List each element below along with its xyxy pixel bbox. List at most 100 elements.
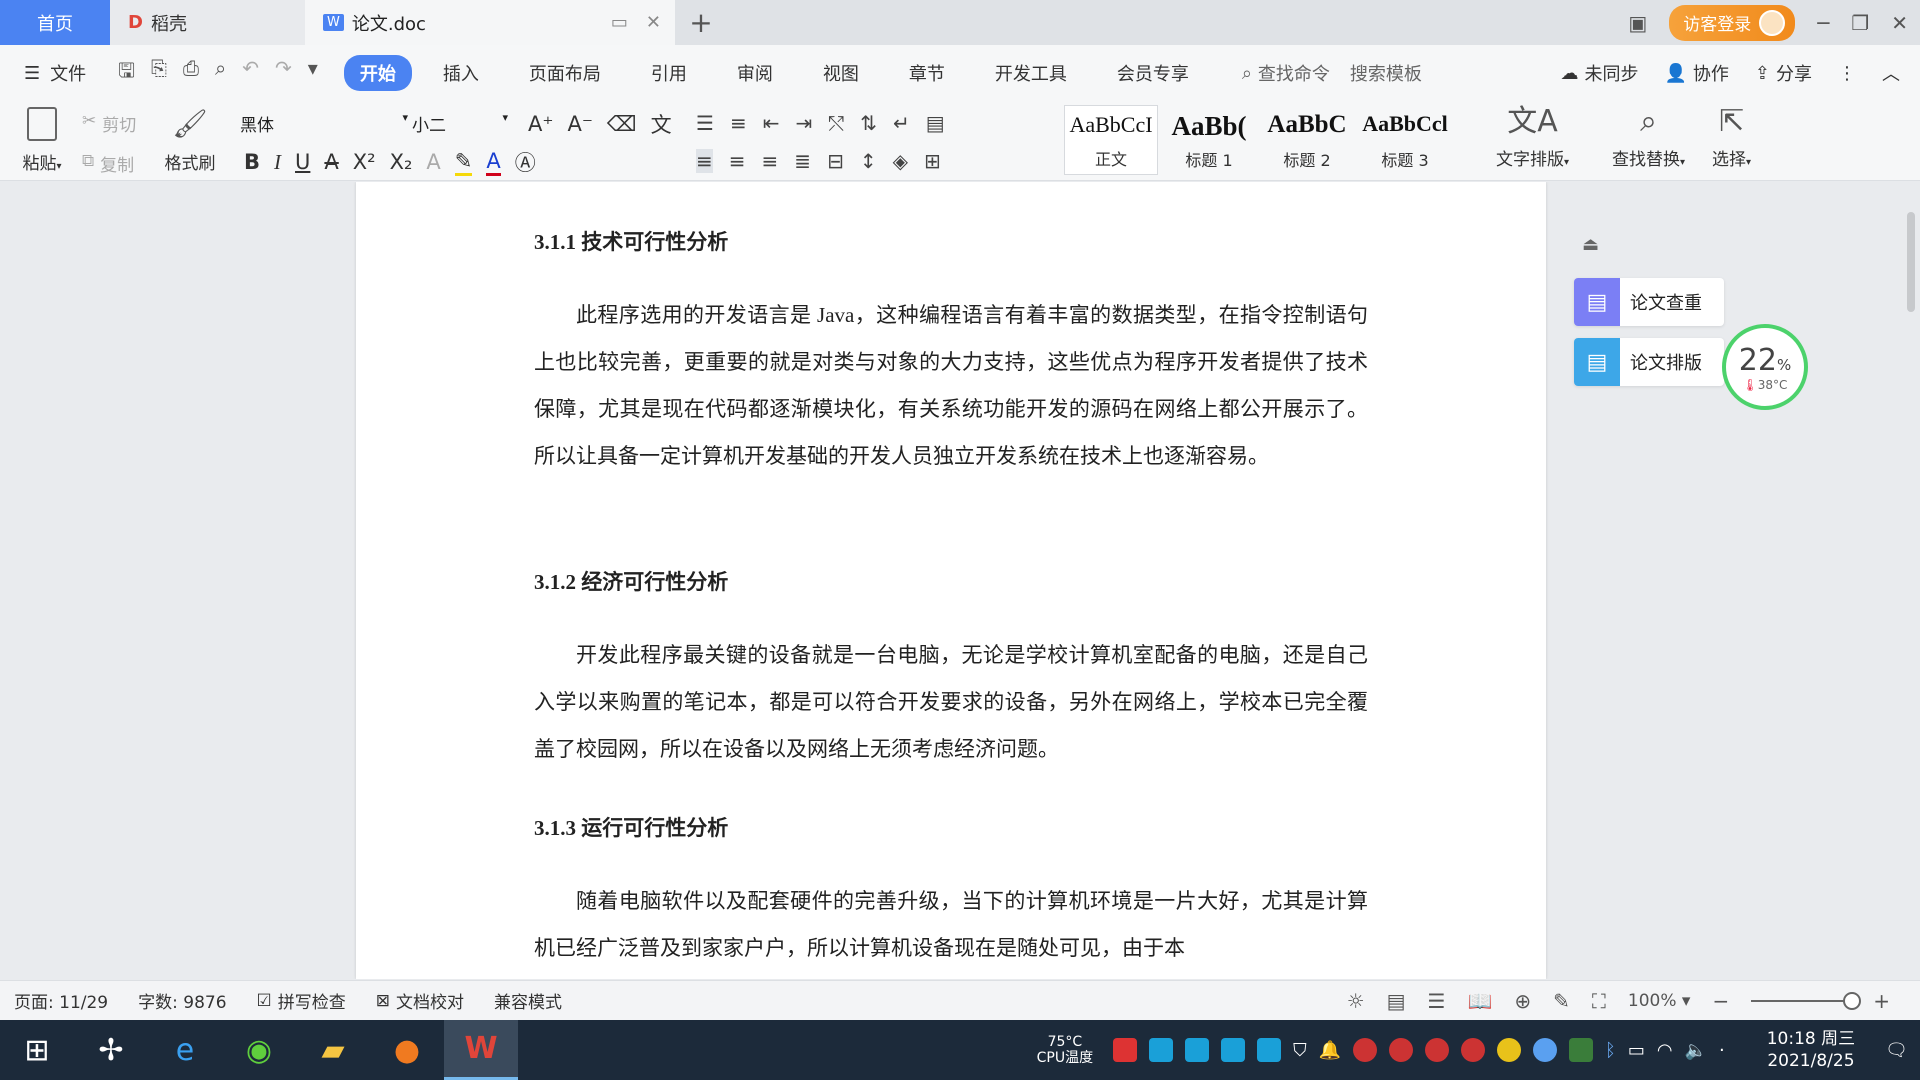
paper-check-button[interactable]: ▤ 论文查重: [1574, 278, 1724, 326]
web-view-icon[interactable]: ⊕: [1514, 989, 1531, 1013]
proofread-button[interactable]: ⊠ 文档校对: [376, 988, 464, 1014]
tab-document[interactable]: W 论文.doc ▭ ✕: [305, 0, 675, 45]
ie-browser-icon[interactable]: e: [148, 1020, 222, 1080]
save-icon[interactable]: 🖫: [118, 56, 135, 90]
highlight-icon[interactable]: ✎: [454, 149, 473, 176]
tab-daoke[interactable]: D 稻壳: [110, 0, 305, 45]
game-app-icon[interactable]: ●: [370, 1020, 444, 1080]
output-pdf-icon[interactable]: ⎘: [151, 56, 167, 90]
cut-button[interactable]: ✂ 剪切: [82, 111, 136, 136]
tab-view[interactable]: 视图: [804, 55, 878, 91]
new-tab-button[interactable]: +: [675, 0, 727, 45]
input-method-icon[interactable]: ·: [1719, 1040, 1725, 1061]
style-normal[interactable]: AaBbCcI 正文: [1064, 105, 1158, 175]
wps-writer-icon[interactable]: W: [444, 1020, 518, 1080]
tab-member[interactable]: 会员专享: [1098, 55, 1208, 91]
write-mode-icon[interactable]: ✎: [1553, 989, 1570, 1013]
select-button[interactable]: ⇱ 选择▾: [1712, 107, 1751, 171]
tab-home[interactable]: 首页: [0, 0, 110, 45]
paper-format-button[interactable]: ▤ 论文排版: [1574, 338, 1724, 386]
tab-references[interactable]: 引用: [632, 55, 706, 91]
cpu-temp-tray[interactable]: 75°C CPU温度: [1037, 1034, 1093, 1066]
close-window-icon[interactable]: ✕: [1891, 11, 1908, 35]
file-menu[interactable]: ☰ 文件: [0, 60, 112, 86]
indent-icon[interactable]: ⇥: [795, 111, 812, 135]
align-right-icon[interactable]: ≡: [762, 149, 779, 173]
find-replace-button[interactable]: ⌕ 查找替换▾: [1612, 107, 1685, 171]
tray-app-icon[interactable]: [1353, 1038, 1378, 1062]
zoom-slider-knob[interactable]: [1843, 991, 1862, 1010]
float-window-icon[interactable]: ▭: [611, 12, 628, 33]
tab-start[interactable]: 开始: [343, 55, 412, 91]
page-indicator[interactable]: 页面: 11/29: [14, 988, 108, 1013]
shield-icon[interactable]: ⛉: [1293, 1040, 1307, 1061]
font-color-icon[interactable]: A: [486, 149, 501, 176]
spell-check-button[interactable]: ☑ 拼写检查: [257, 988, 346, 1014]
browser-green-icon[interactable]: ◉: [222, 1020, 296, 1080]
vertical-scrollbar[interactable]: [1904, 182, 1918, 979]
show-marks-icon[interactable]: ↵: [893, 111, 910, 135]
wifi-icon[interactable]: ◠: [1657, 1040, 1673, 1061]
tab-page-layout[interactable]: 页面布局: [510, 55, 620, 91]
zoom-out-icon[interactable]: −: [1712, 989, 1729, 1013]
zoom-slider[interactable]: [1751, 991, 1862, 1010]
sort-icon[interactable]: ⇅: [860, 111, 877, 135]
style-heading-3[interactable]: AaBbCcl 标题 3: [1358, 105, 1452, 175]
customize-quick-icon[interactable]: ▾: [308, 56, 318, 90]
battery-icon[interactable]: ▭: [1628, 1040, 1645, 1061]
style-heading-1[interactable]: AaBb( 标题 1: [1162, 105, 1256, 175]
numbered-list-icon[interactable]: ≡: [730, 111, 747, 135]
nvidia-icon[interactable]: [1569, 1038, 1594, 1062]
reading-view-icon[interactable]: 📖: [1467, 989, 1492, 1013]
tray-app-icon[interactable]: [1461, 1038, 1486, 1062]
zoom-level[interactable]: 100% ▾: [1628, 991, 1691, 1011]
taskbar-clock[interactable]: 10:18 周三 2021/8/25: [1767, 1028, 1855, 1072]
print-preview-icon[interactable]: ⌕: [215, 56, 226, 90]
style-heading-2[interactable]: AaBbC 标题 2: [1260, 105, 1354, 175]
tray-app-icon[interactable]: [1533, 1038, 1558, 1062]
text-layout-button[interactable]: 文A 文字排版▾: [1496, 107, 1569, 171]
tray-app-icon[interactable]: [1185, 1038, 1210, 1062]
guest-login-button[interactable]: 访客登录: [1669, 4, 1796, 41]
copy-button[interactable]: ⧉ 复制: [82, 151, 134, 176]
tray-app-icon[interactable]: [1257, 1038, 1282, 1062]
tray-app-icon[interactable]: [1113, 1038, 1138, 1062]
fan-app-icon[interactable]: ✢: [74, 1020, 148, 1080]
redo-icon[interactable]: ↷: [275, 56, 292, 90]
notification-center-icon[interactable]: 🗨: [1885, 1040, 1908, 1061]
scrollbar-thumb[interactable]: [1907, 212, 1915, 312]
table-ruler-icon[interactable]: ▤: [926, 111, 945, 135]
tray-app-icon[interactable]: [1425, 1038, 1450, 1062]
phonetic-icon[interactable]: 文: [651, 109, 672, 139]
borders-icon[interactable]: ⊞: [924, 149, 941, 173]
layout-switch-icon[interactable]: ▣: [1628, 11, 1647, 35]
windows-start-icon[interactable]: ⊞: [0, 1020, 74, 1080]
document-page[interactable]: 3.1.1 技术可行性分析 此程序选用的开发语言是 Java，这种编程语言有着丰…: [356, 182, 1546, 979]
fit-page-icon[interactable]: ⛶: [1592, 989, 1606, 1013]
clear-format-icon[interactable]: ⌫: [607, 112, 637, 136]
word-count[interactable]: 字数: 9876: [138, 988, 226, 1013]
paste-button[interactable]: 粘贴▾: [16, 107, 68, 174]
more-icon[interactable]: ⋮: [1838, 63, 1856, 84]
tray-app-icon[interactable]: [1149, 1038, 1174, 1062]
font-family-select[interactable]: 黑体 ▾: [240, 111, 408, 136]
italic-icon[interactable]: I: [274, 150, 281, 175]
align-left-icon[interactable]: ≡: [696, 149, 713, 173]
bold-icon[interactable]: B: [244, 150, 260, 174]
subscript-icon[interactable]: X₂: [390, 150, 413, 174]
zoom-in-icon[interactable]: +: [1873, 989, 1890, 1013]
line-spacing-icon[interactable]: ↕: [860, 149, 877, 173]
chinese-layout-icon[interactable]: ⤲: [828, 111, 844, 135]
increase-font-icon[interactable]: A⁺: [528, 112, 553, 136]
collab-button[interactable]: 👤 协作: [1664, 60, 1728, 86]
file-explorer-icon[interactable]: ▰: [296, 1020, 370, 1080]
tray-app-icon[interactable]: [1389, 1038, 1414, 1062]
tab-review[interactable]: 审阅: [718, 55, 792, 91]
justify-icon[interactable]: ≣: [794, 149, 811, 173]
tray-app-icon[interactable]: [1497, 1038, 1522, 1062]
close-tab-icon[interactable]: ✕: [646, 12, 661, 33]
char-border-icon[interactable]: Ⓐ: [515, 147, 536, 177]
outdent-icon[interactable]: ⇤: [763, 111, 780, 135]
command-search[interactable]: ⌕ 查找命令 搜索模板: [1242, 60, 1422, 86]
decrease-font-icon[interactable]: A⁻: [567, 112, 592, 136]
